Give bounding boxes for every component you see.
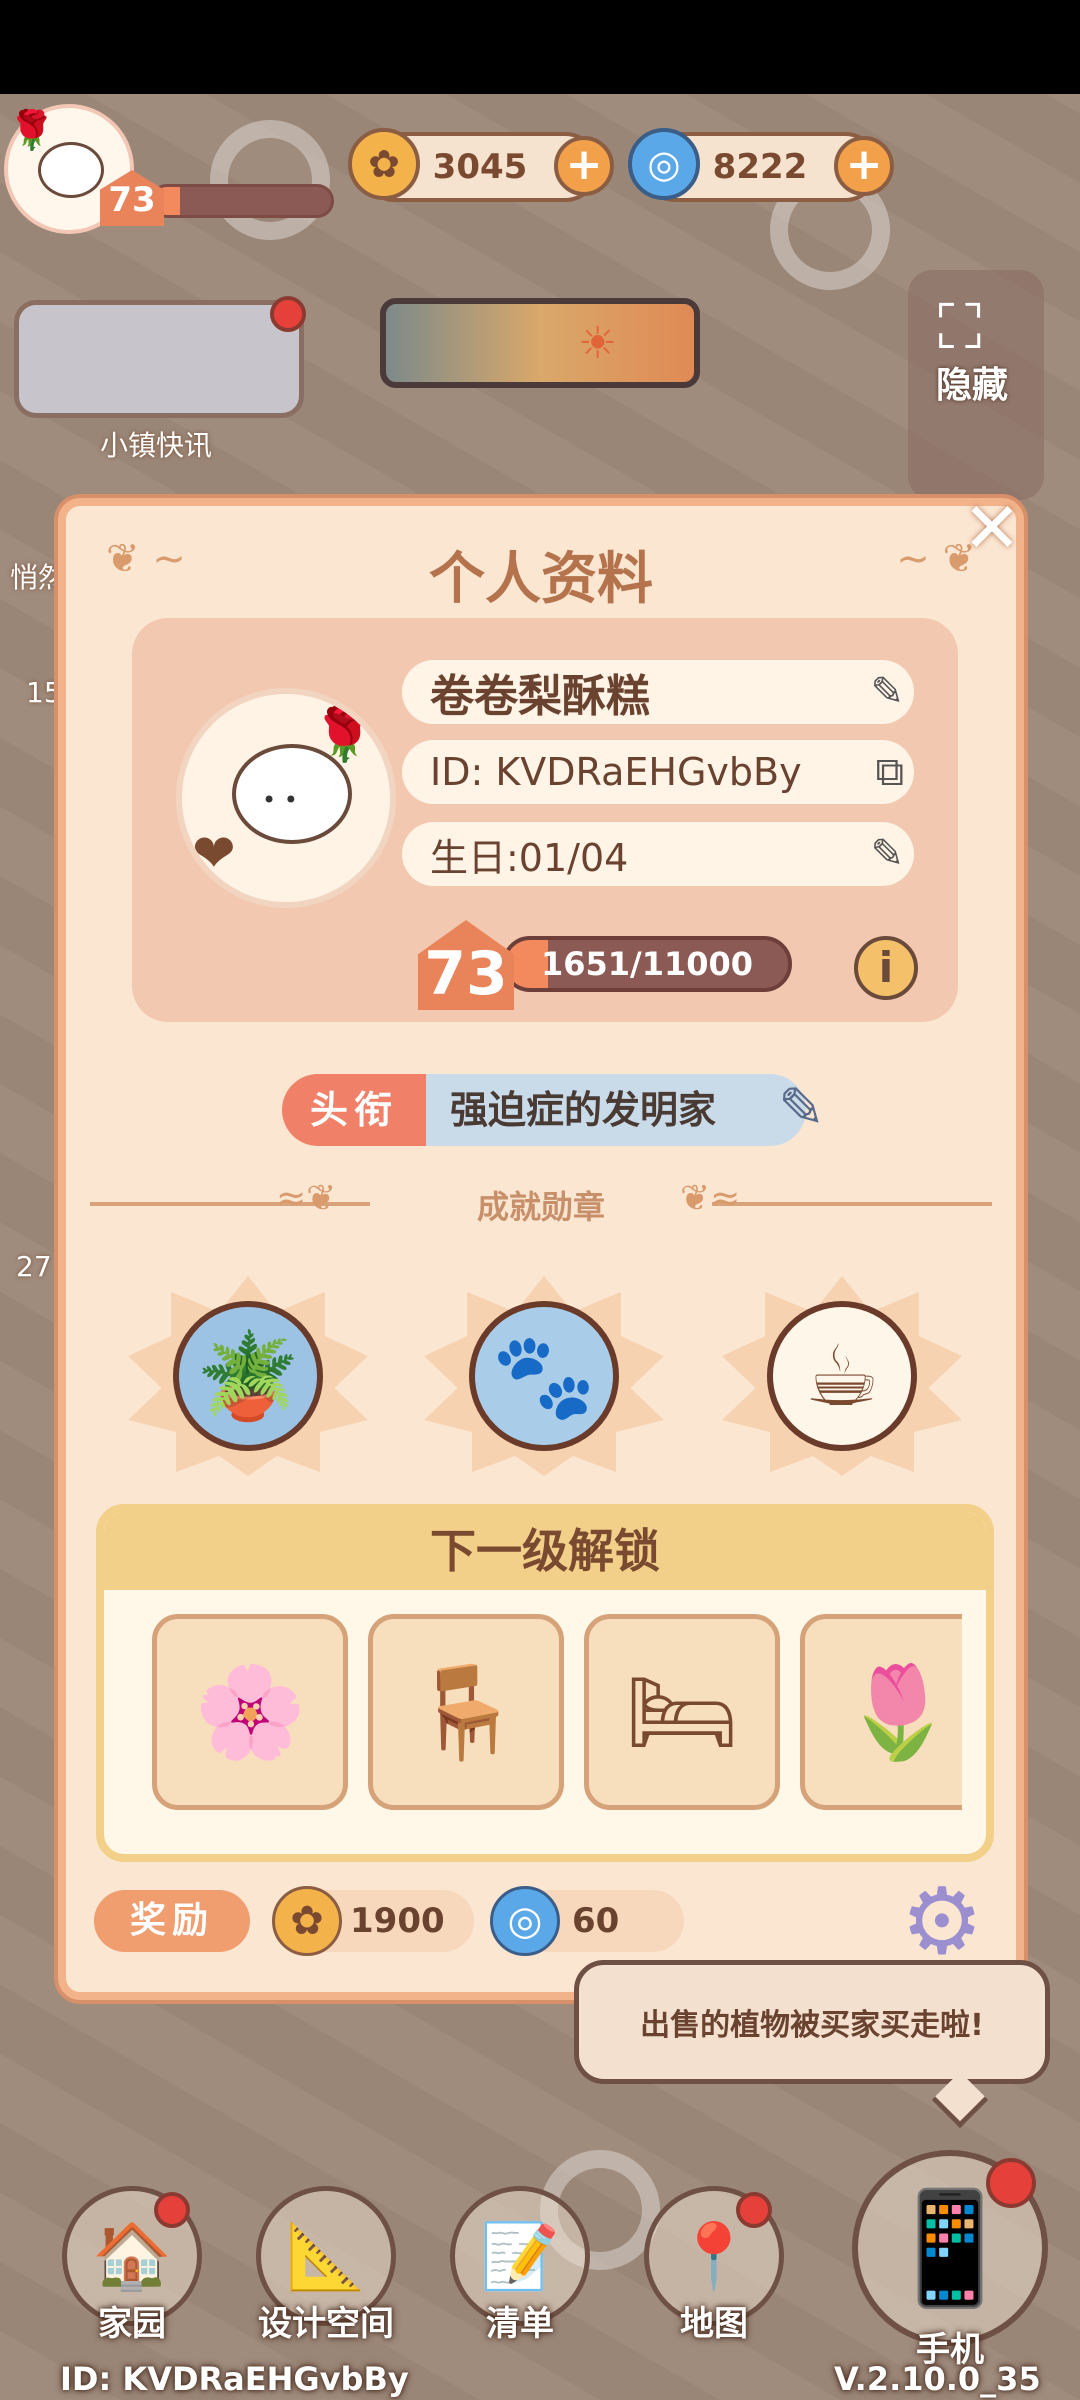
nav-home-label: 家园 [98, 2304, 166, 2344]
hide-label: 隐藏 [936, 365, 1009, 406]
toast-text: 出售的植物被买家买走啦! [640, 2008, 984, 2043]
gem-count: 8222 [712, 147, 808, 187]
tulip-mug-item[interactable]: 🌷 [800, 1614, 962, 1810]
player-name-field[interactable]: 卷卷梨酥糕 ✎ [402, 660, 914, 724]
coin-icon: ✿ [348, 128, 420, 200]
coin-icon: ✿ [272, 1886, 342, 1956]
weather-indicator[interactable] [380, 298, 700, 388]
tablecloth-table-item[interactable]: 🪑 [368, 1614, 564, 1810]
notification-dot [270, 296, 306, 332]
list-icon: 📝 [480, 2219, 560, 2294]
hide-ui-panel[interactable]: ⛶ 隐藏 [908, 270, 1044, 500]
profile-modal: ❦ ~ 个人资料 ~ ❦ • • 🌹 ❤ 卷卷梨酥糕 ✎ ID: KVDRaEH… [58, 498, 1024, 2000]
watering-can-icon: 🪴 [173, 1301, 323, 1451]
side-count-partial: 27 [16, 1250, 52, 1283]
edit-pencil-icon[interactable]: ✎ [870, 669, 904, 715]
footer-player-id: ID: KVDRaEHGvbBy [60, 2360, 409, 2398]
profile-avatar[interactable]: • • 🌹 ❤ [176, 688, 396, 908]
gem-swirl-icon: ◎ [490, 1886, 560, 1956]
side-count-partial: 15 [26, 676, 62, 709]
unlock-items-scroll[interactable]: 🌸 🪑 🛏 🌷 [152, 1614, 962, 1810]
rose-icon: 🌹 [8, 108, 56, 152]
expand-icon: ⛶ [938, 290, 982, 363]
rose-icon: 🌹 [312, 705, 377, 765]
notification-dot [986, 2158, 1036, 2208]
edit-title-pencil-icon[interactable]: ✎ [778, 1076, 825, 1141]
heart-icon: ❤ [192, 824, 236, 884]
town-news-panel[interactable] [14, 300, 304, 418]
gem-swirl-icon: ◎ [628, 128, 700, 200]
unlock-title: 下一级解锁 [104, 1512, 986, 1590]
bed-item[interactable]: 🛏 [584, 1614, 780, 1810]
sun-decoration [210, 120, 330, 240]
map-pin-icon: 📍 [674, 2219, 754, 2294]
player-id: ID: KVDRaEHGvbBy [430, 750, 802, 794]
nav-design-label: 设计空间 [258, 2304, 394, 2344]
coffee-cup-icon: ☕ [767, 1301, 917, 1451]
reward-coins-value: 1900 [350, 1901, 445, 1941]
birthday-field[interactable]: 生日:01/04 ✎ [402, 822, 914, 886]
flower-screen-item[interactable]: 🌸 [152, 1614, 348, 1810]
copy-icon[interactable]: ⧉ [875, 749, 904, 795]
xp-text: 1651/11000 [540, 945, 754, 983]
house-icon: 🏠 [92, 2219, 172, 2294]
achievements-label: 成就勋章 [476, 1188, 605, 1226]
paw-icon: 🐾 [469, 1301, 619, 1451]
reward-label: 奖励 [94, 1890, 250, 1952]
player-xp-bar [150, 184, 334, 218]
settings-gear-icon[interactable]: ⚙ [896, 1876, 988, 1968]
modal-title: 个人资料 [429, 547, 653, 612]
edit-pencil-icon[interactable]: ✎ [870, 831, 904, 877]
sun-icon: ☀ [578, 318, 618, 369]
cat-paw-badge[interactable]: 🐾 [424, 1276, 664, 1476]
notification-dot [736, 2192, 772, 2228]
version-text: V.2.10.0_35 [834, 2360, 1041, 2398]
add-gems-button[interactable]: + [834, 136, 894, 196]
profile-card: • • 🌹 ❤ 卷卷梨酥糕 ✎ ID: KVDRaEHGvbBy ⧉ 生日:01… [132, 618, 958, 1022]
profile-level-badge: 73 [418, 920, 514, 1010]
next-level-unlock-panel: 下一级解锁 🌸 🪑 🛏 🌷 [96, 1504, 994, 1862]
title-tag: 头衔 [282, 1074, 426, 1146]
player-name: 卷卷梨酥糕 [430, 671, 650, 722]
watering-can-badge[interactable]: 🪴 [128, 1276, 368, 1476]
coffee-cup-badge[interactable]: ☕ [722, 1276, 962, 1476]
ruler-icon: 📐 [286, 2219, 366, 2294]
nav-map-label: 地图 [680, 2304, 748, 2344]
notification-dot [154, 2192, 190, 2228]
toast-message: 出售的植物被买家买走啦! [574, 1960, 1050, 2084]
close-icon[interactable]: ✕ [962, 493, 1022, 563]
nav-list-label: 清单 [486, 2304, 554, 2344]
info-button[interactable]: i [854, 936, 918, 1000]
town-news-label: 小镇快讯 [100, 429, 213, 462]
face-icon: • • [262, 786, 298, 814]
title-value[interactable]: 强迫症的发明家 [426, 1074, 806, 1146]
player-id-field: ID: KVDRaEHGvbBy ⧉ [402, 740, 914, 804]
coin-count: 3045 [432, 147, 528, 187]
add-coins-button[interactable]: + [554, 136, 614, 196]
reward-gems-value: 60 [572, 1901, 620, 1941]
birthday: 生日:01/04 [430, 835, 629, 880]
